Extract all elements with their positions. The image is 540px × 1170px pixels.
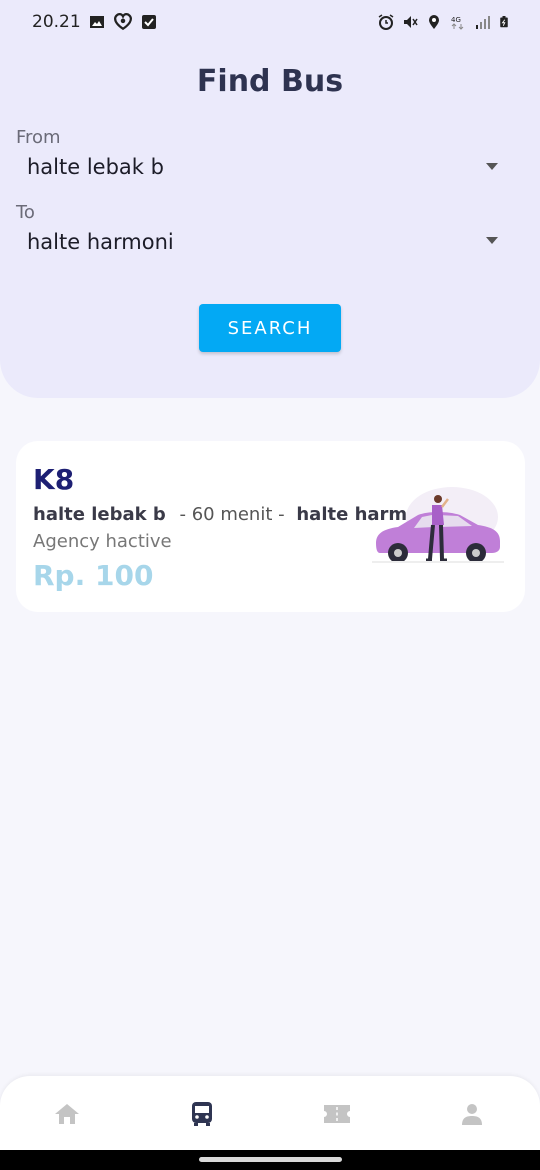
image-icon xyxy=(89,16,104,28)
battery-icon xyxy=(500,16,508,28)
route-origin: halte lebak b xyxy=(33,504,166,525)
to-chevron-down-icon[interactable] xyxy=(486,237,498,244)
4g-icon: 4G xyxy=(451,16,464,30)
car-illustration xyxy=(372,487,504,563)
route-code: K8 xyxy=(33,463,75,496)
alarm-icon xyxy=(378,14,394,30)
nav-profile[interactable] xyxy=(458,1100,486,1128)
signal-icon xyxy=(476,16,490,29)
mute-icon xyxy=(404,16,418,28)
nav-bus[interactable] xyxy=(188,1100,216,1128)
heart-icon xyxy=(113,13,132,31)
status-time: 20.21 xyxy=(32,12,81,32)
search-button[interactable]: SEARCH xyxy=(199,304,341,352)
from-select[interactable]: halte lebak b xyxy=(27,155,164,179)
route-result-card[interactable]: K8 halte lebak b - 60 menit - halte harm… xyxy=(16,441,525,612)
svg-text:4G: 4G xyxy=(451,16,461,24)
home-indicator[interactable] xyxy=(199,1157,342,1162)
nav-ticket[interactable] xyxy=(323,1100,351,1128)
to-label: To xyxy=(16,202,35,223)
agency-name: Agency hactive xyxy=(33,531,172,552)
status-bar: 20.21 4G xyxy=(0,0,540,44)
page-title: Find Bus xyxy=(196,64,344,99)
home-icon xyxy=(55,1104,79,1124)
profile-icon xyxy=(462,1104,482,1125)
from-chevron-down-icon[interactable] xyxy=(486,163,498,170)
ticket-icon xyxy=(324,1105,350,1123)
to-select[interactable]: halte harmoni xyxy=(27,230,174,254)
nav-home[interactable] xyxy=(53,1100,81,1128)
route-duration: - 60 menit - xyxy=(179,504,285,525)
bottom-nav xyxy=(0,1076,540,1150)
route-price: Rp. 100 xyxy=(33,559,154,592)
checkbox-icon xyxy=(141,15,156,29)
from-label: From xyxy=(16,127,61,148)
location-icon xyxy=(429,15,439,29)
bus-icon xyxy=(192,1102,212,1126)
